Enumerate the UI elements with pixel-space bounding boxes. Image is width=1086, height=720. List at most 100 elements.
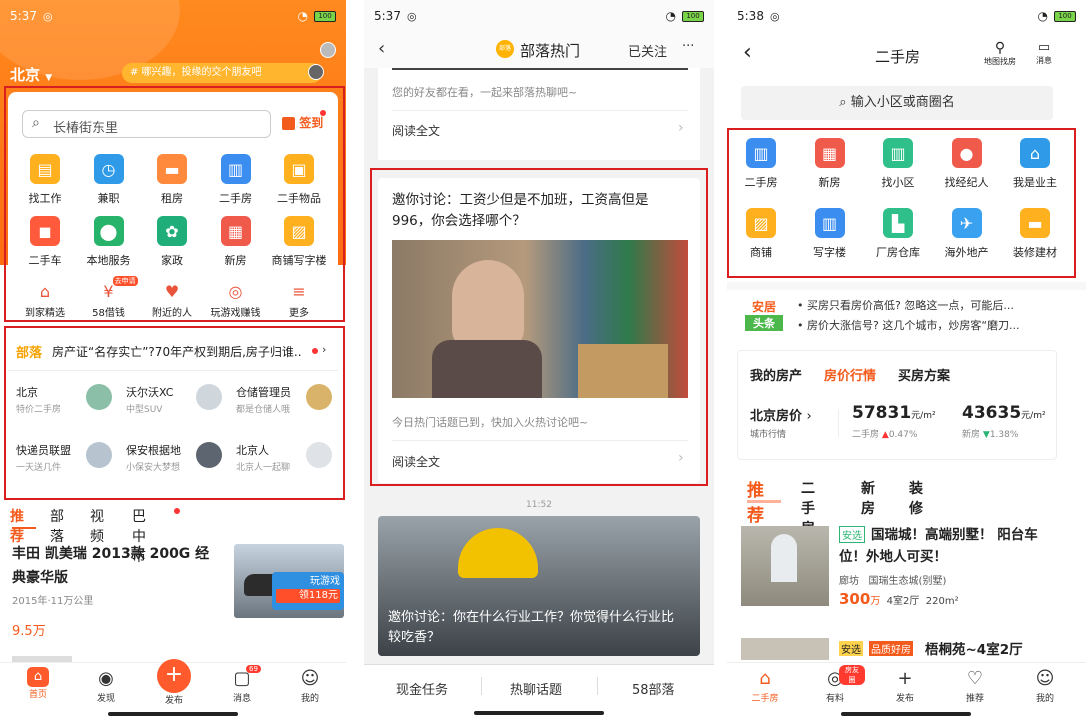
map-search-button[interactable]: ⚲ 地图找房 [981,40,1019,67]
tab-58-tribe[interactable]: 58部落 [632,679,675,698]
tab-tribe[interactable]: 部落 [50,506,64,546]
read-more-link[interactable]: 阅读全文 [392,122,440,139]
follow-status[interactable]: 已关注 [628,41,667,60]
friend-avatars[interactable] [304,42,336,82]
grid-item-找小区[interactable]: ▥ 找小区 [866,138,930,190]
tab-decoration[interactable]: 装修 [909,478,923,518]
nav-发布[interactable]: + 发布 [144,659,204,706]
city-selector[interactable]: 北京 ▼ [10,64,52,85]
unread-dot [312,348,318,354]
search-placeholder: 长椿街东里 [53,121,119,136]
plant-icon: ✿ [157,216,187,246]
grid-item-海外地产[interactable]: ✈ 海外地产 [935,208,999,260]
nav-有料[interactable]: ◎ 有料 房友圈 [805,665,865,704]
price-unit: 元/m² [1021,411,1046,421]
tribe-item[interactable]: 保安根据地 小保安大梦想 [118,432,226,484]
house-icon: ⌂ [759,668,771,689]
grid-item-装修建材[interactable]: ▬ 装修建材 [1003,208,1067,260]
nav-我的[interactable]: ☺ 我的 [280,667,340,704]
nav-我的[interactable]: ☺ 我的 [1015,667,1075,704]
grid-item-本地服务[interactable]: ⬤ 本地服务 [77,216,141,268]
tribe-headline[interactable]: 房产证“名存实亡”?70年产权到期后,房子归谁... [52,343,302,360]
tab-recommend[interactable]: 推荐 [10,506,24,546]
back-arrow-icon[interactable]: ‹ [378,38,385,59]
shortcut-到家精选[interactable]: ⌂ 到家精选 [13,282,77,319]
tab-cash-tasks[interactable]: 现金任务 [396,679,448,698]
news-item-text: 买房只看房价高低? 忽略这一点，可能后... [807,299,1014,312]
grid-item-二手物品[interactable]: ▣ 二手物品 [267,154,331,206]
chevron-down-icon: ▼ [45,73,53,83]
tribe-item[interactable]: 快递员联盟 一天送几件 [8,432,116,484]
grid-item-新房[interactable]: ▦ 新房 [204,216,268,268]
nav-消息[interactable]: ▢ 消息 69 [212,665,272,704]
grid-item-二手车[interactable]: ◼ 二手车 [13,216,77,268]
tribe-item[interactable]: 北京人 北京人一起聊 [228,432,336,484]
new-house-icon: ▦ [814,138,845,168]
shortcut-玩游戏赚钱[interactable]: ◎ 玩游戏赚钱 [204,282,268,319]
promo-banner[interactable]: # 哪兴趣，投缘的交个朋友吧 [122,63,322,83]
tribe-avatar [196,442,222,468]
home-screen: 5:37 ◎ ◔ 100 北京 ▼ # 哪兴趣，投缘的交个朋友吧 ⌕ 长椿街东里… [0,0,346,720]
tribe-item[interactable]: 沃尔沃XC 中型SUV [118,374,226,426]
read-more-link[interactable]: 阅读全文 [392,453,440,470]
listing-card-2[interactable]: 安选 品质好房 梧桐苑~4室2厅 [741,638,1071,662]
game-reward: 领118元 [276,589,340,603]
tribe-item[interactable]: 北京 特价二手房 [8,374,116,426]
search-input[interactable]: ⌕ 输入小区或商圈名 [741,86,1053,120]
search-input[interactable]: ⌕ 长椿街东里 [22,110,271,138]
grid-item-商铺[interactable]: ▨ 商铺 [729,208,793,260]
grid-item-家政[interactable]: ✿ 家政 [140,216,204,268]
tribe-tag: 部落 [16,346,43,361]
price-label: 新房 [962,430,981,440]
news-item[interactable]: • 买房只看房价高低? 忽略这一点，可能后... [797,296,1079,316]
listing-card[interactable]: 安选 国瑞城！高端别墅！ 阳台车位！外地人可买！ 廊坊 国瑞生态城(别墅) 30… [741,526,1071,616]
tab-hot-topics[interactable]: 热聊话题 [510,679,562,698]
tab-my-property[interactable]: 我的房产 [750,365,802,384]
city-price-link[interactable]: 北京房价 › [750,405,812,424]
shortcut-附近的人[interactable]: ♥ 附近的人 [140,282,204,319]
grid-item-新房[interactable]: ▦ 新房 [798,138,862,190]
grid-item-兼职[interactable]: ◷ 兼职 [77,154,141,206]
back-arrow-icon[interactable]: ‹ [743,40,752,65]
discussion-card-2[interactable]: 邀你讨论：你在什么行业工作？你觉得什么行业比较吃香？ [378,516,700,656]
game-ad[interactable]: 玩游戏 领118元 [272,572,344,610]
tab-video[interactable]: 视频 [90,506,104,546]
divider [8,370,338,371]
tab-buy-plan[interactable]: 买房方案 [898,365,950,384]
nav-首页[interactable]: ⌂ 首页 [8,667,68,700]
tab-new-house[interactable]: 新房 [861,478,875,518]
tribe-avatar [86,442,112,468]
nav-二手房[interactable]: ⌂ 二手房 [735,667,795,704]
nav-推荐[interactable]: ♡ 推荐 [945,667,1005,704]
grid-item-我是业主[interactable]: ⌂ 我是业主 [1003,138,1067,190]
grid-item-二手房[interactable]: ▥ 二手房 [204,154,268,206]
tribe-item[interactable]: 仓储管理员 都是仓储人哦 [228,374,336,426]
nav-发现[interactable]: ◉ 发现 [76,667,136,704]
shortcut-58借钱[interactable]: ¥58借钱 去申请 [77,276,141,319]
grid-item-写字楼[interactable]: ▥ 写字楼 [798,208,862,260]
tribe-avatar [196,384,222,410]
signin-button[interactable]: 签到 [282,114,323,131]
grid-item-租房[interactable]: ▬ 租房 [140,154,204,206]
grid-item-二手房[interactable]: ▥ 二手房 [729,138,793,190]
grid-item-label: 本地服务 [86,254,131,267]
tab-price-trend[interactable]: 房价行情 [824,365,876,384]
news-list: • 买房只看房价高低? 忽略这一点，可能后... • 房价大涨信号? 这几个城市… [797,296,1079,336]
shortcut-更多[interactable]: ≡ 更多 [267,282,331,319]
post-title[interactable]: 丰田 凯美瑞 2013款 200G 经典豪华版 [12,542,212,590]
grid-item-找工作[interactable]: ▤ 找工作 [13,154,77,206]
nav-发布[interactable]: + 发布 [875,667,935,704]
grid-item-找经纪人[interactable]: ● 找经纪人 [935,138,999,190]
nav-label: 发布 [895,694,914,704]
heart-icon: ♥ [164,282,180,301]
news-item[interactable]: • 房价大涨信号? 这几个城市，炒房客“磨刀... [797,316,1079,336]
avatar [308,64,324,80]
messages-button[interactable]: ▭ 消息 [1029,40,1059,66]
discussion-card[interactable]: 邀你讨论：工资少但是不加班，工资高但是996，你会选择哪个？ 今日热门话题已到，… [378,178,700,483]
grid-item-label: 新房 [818,176,841,189]
grid-item-厂房仓库[interactable]: ▙ 厂房仓库 [866,208,930,260]
divider [392,440,688,441]
more-icon[interactable]: ··· [682,39,694,54]
tribe-subtitle: 特价二手房 [16,405,62,415]
grid-item-商铺写字楼[interactable]: ▨ 商铺写字楼 [267,216,331,268]
